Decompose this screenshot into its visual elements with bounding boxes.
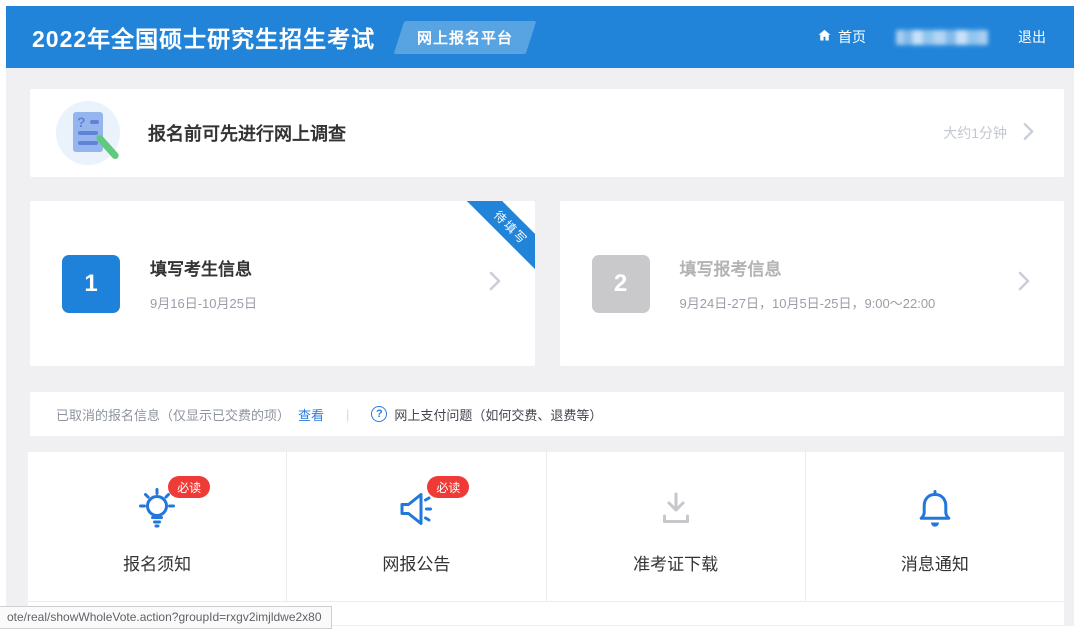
chevron-right-icon [489, 271, 501, 296]
step-date: 9月16日-10月25日 [150, 296, 257, 311]
survey-title: 报名前可先进行网上调查 [148, 124, 346, 144]
quick-link-label: 报名须知 [123, 555, 192, 574]
survey-card[interactable]: ? 报名前可先进行网上调查 大约1分钟 [30, 89, 1064, 177]
page-frame: 2022年全国硕士研究生招生考试 网上报名平台 首页 退出 ? 报名前可先进行网… [6, 6, 1074, 626]
step-title: 填写考生信息 [150, 260, 252, 279]
link-preview-statusbar: ote/real/showWholeVote.action?groupId=rx… [0, 606, 332, 629]
ribbon-status: 待填写 [462, 201, 535, 276]
quick-links-grid: 必读 报名须知 必读 网报公告 准考证下载 消息通知 [28, 452, 1064, 602]
step-title: 填写报考信息 [679, 260, 782, 279]
payment-help-text: 网上支付问题（如何交费、退费等） [394, 407, 603, 423]
username-redacted [896, 29, 988, 45]
chevron-right-icon [1023, 122, 1034, 144]
vertical-divider: | [346, 406, 350, 422]
cancelled-info-bar: 已取消的报名信息（仅显示已交费的项） 查看 | ? 网上支付问题（如何交费、退费… [30, 392, 1064, 436]
step-info: 填写考生信息 9月16日-10月25日 [150, 255, 257, 312]
question-circle-icon: ? [371, 406, 388, 422]
quick-link-label: 准考证下载 [633, 555, 719, 574]
step-card-application-info[interactable]: 2 填写报考信息 9月24日-27日，10月5日-25日，9:00～22:00 [559, 201, 1064, 366]
header-actions: 首页 退出 [817, 27, 1046, 47]
home-label: 首页 [838, 29, 866, 45]
cancelled-info-text: 已取消的报名信息（仅显示已交费的项） [56, 407, 291, 423]
survey-duration: 大约1分钟 [943, 125, 1007, 141]
quick-link-signup-notice[interactable]: 必读 报名须知 [28, 452, 288, 601]
quick-link-label: 消息通知 [900, 555, 969, 574]
download-icon [652, 485, 700, 533]
quick-link-label: 网报公告 [382, 555, 451, 574]
home-icon [817, 28, 832, 46]
step-card-candidate-info[interactable]: 1 填写考生信息 9月16日-10月25日 待填写 [30, 201, 535, 366]
platform-badge: 网上报名平台 [393, 20, 537, 54]
survey-document-icon: ? [56, 101, 121, 165]
home-link[interactable]: 首页 [817, 27, 866, 47]
step-number-badge: 1 [62, 254, 120, 313]
chevron-right-icon [1018, 271, 1030, 296]
step-number-badge: 2 [591, 254, 650, 313]
quick-link-announcements[interactable]: 必读 网报公告 [287, 452, 547, 601]
quick-link-messages[interactable]: 消息通知 [806, 452, 1064, 601]
must-read-badge: 必读 [427, 476, 470, 498]
bell-icon [911, 485, 959, 533]
quick-link-admission-ticket[interactable]: 准考证下载 [547, 452, 806, 601]
payment-help-link[interactable]: ? 网上支付问题（如何交费、退费等） [371, 405, 602, 424]
top-header: 2022年全国硕士研究生招生考试 网上报名平台 首页 退出 [6, 6, 1074, 68]
page-title: 2022年全国硕士研究生招生考试 [32, 26, 376, 52]
platform-badge-label: 网上报名平台 [417, 29, 514, 47]
step-info: 填写报考信息 9月24日-27日，10月5日-25日，9:00～22:00 [680, 255, 936, 312]
view-link[interactable]: 查看 [298, 405, 324, 424]
step-date: 9月24日-27日，10月5日-25日，9:00～22:00 [679, 296, 936, 311]
steps-row: 1 填写考生信息 9月16日-10月25日 待填写 2 填写报考信息 9月24日… [30, 201, 1064, 366]
must-read-badge: 必读 [168, 476, 211, 498]
survey-duration-group: 大约1分钟 [943, 122, 1034, 144]
logout-link[interactable]: 退出 [1018, 27, 1046, 47]
